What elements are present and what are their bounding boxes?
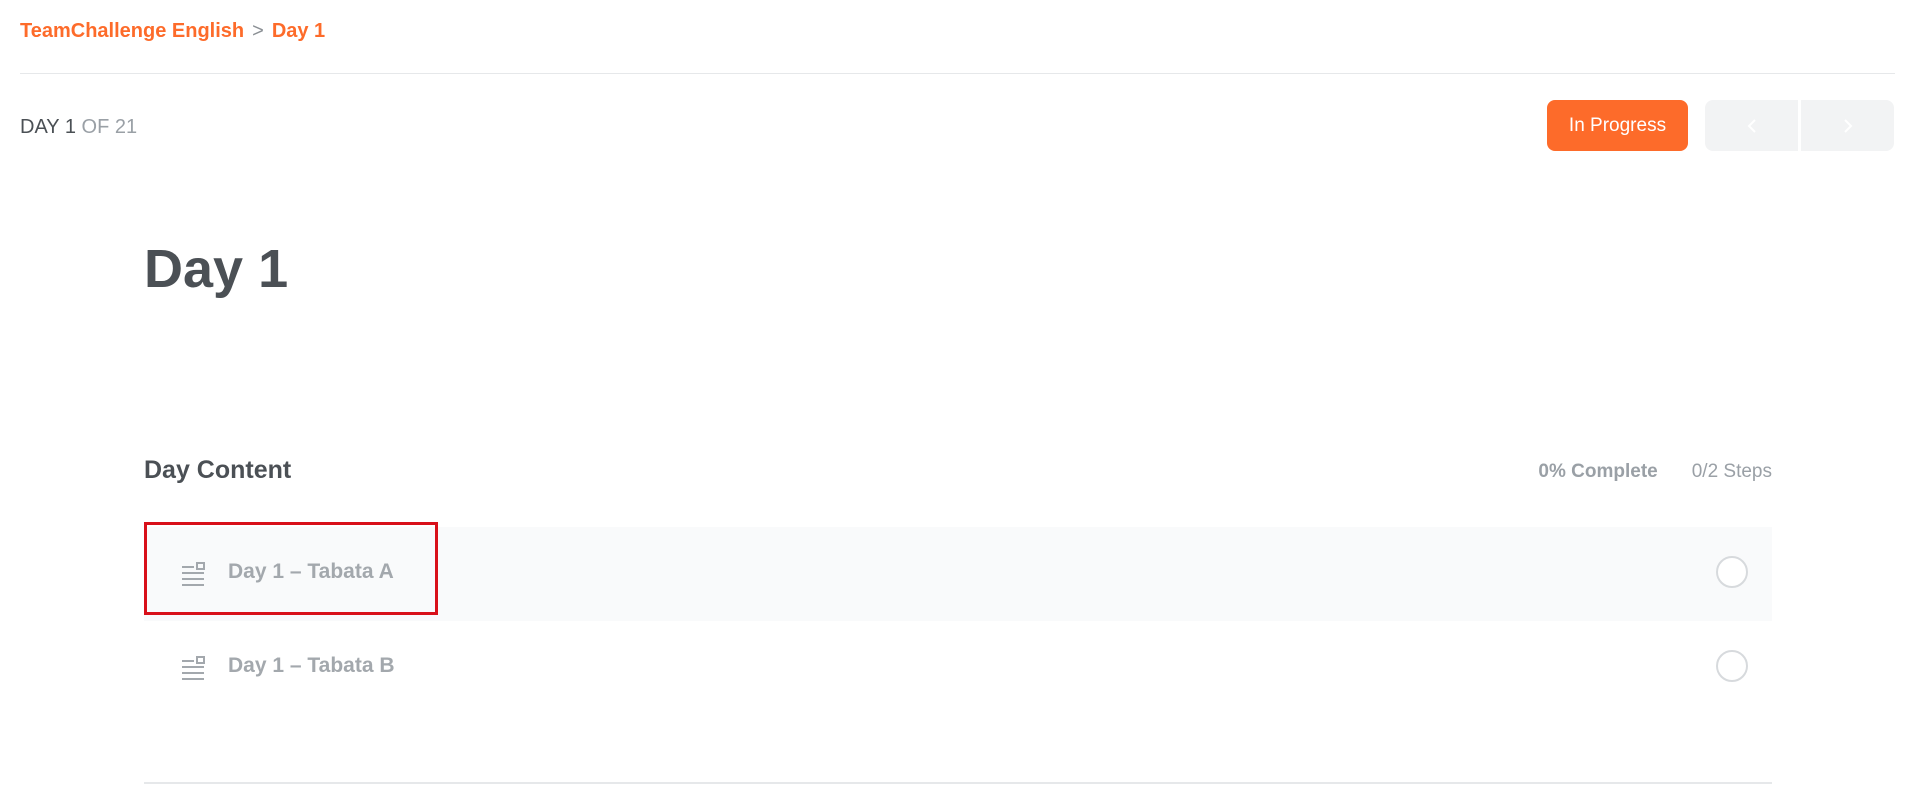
lesson-text-icon [182, 562, 205, 586]
completion-status-icon [1716, 650, 1748, 682]
percent-complete: 0% Complete [1538, 461, 1658, 482]
day-counter-total: OF 21 [81, 116, 138, 138]
page-title: Day 1 [144, 239, 289, 299]
lesson-text-icon [182, 656, 205, 680]
day-content-heading: Day Content [144, 456, 292, 484]
breadcrumb-current-link[interactable]: Day 1 [272, 20, 325, 42]
in-progress-button[interactable]: In Progress [1547, 100, 1688, 151]
day-counter-current: DAY 1 [20, 116, 76, 138]
page: TeamChallenge English > Day 1 DAY 1 OF 21 … [0, 0, 1920, 808]
chevron-right-icon [1843, 118, 1852, 133]
progress-summary: 0% Complete 0/2 Steps [1538, 461, 1772, 483]
list-item-label[interactable]: Day 1 – Tabata B [228, 654, 395, 678]
day-counter: DAY 1 OF 21 [20, 116, 137, 139]
bottom-divider [144, 782, 1772, 784]
steps-count: 0/2 Steps [1691, 461, 1772, 482]
list-item[interactable]: Day 1 – Tabata B [144, 621, 1772, 715]
previous-day-button[interactable] [1705, 100, 1798, 151]
breadcrumb-course-link[interactable]: TeamChallenge English [20, 20, 244, 42]
completion-status-icon [1716, 556, 1748, 588]
list-item[interactable]: Day 1 – Tabata A [144, 527, 1772, 621]
breadcrumb-separator: > [252, 20, 264, 42]
chevron-left-icon [1747, 118, 1756, 133]
breadcrumb: TeamChallenge English > Day 1 [20, 20, 325, 43]
list-item-label[interactable]: Day 1 – Tabata A [228, 560, 394, 584]
top-divider [20, 73, 1895, 74]
next-day-button[interactable] [1801, 100, 1894, 151]
day-content-list: Day 1 – Tabata A Day 1 – Tabata B [144, 527, 1772, 715]
